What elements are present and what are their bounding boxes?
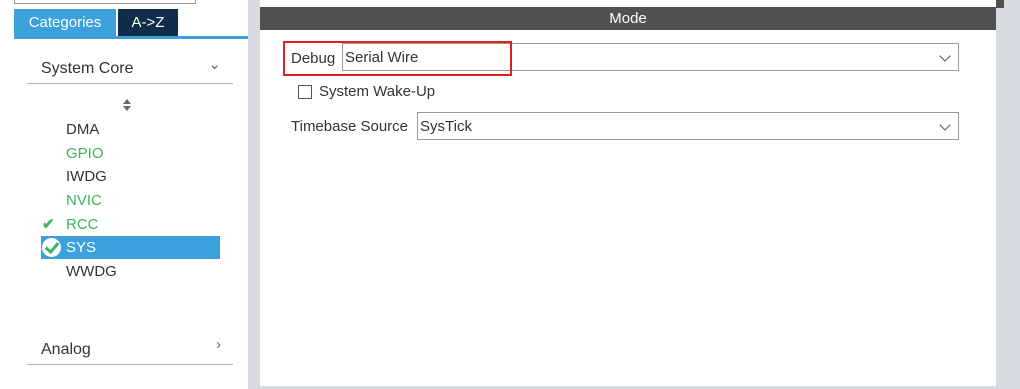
peripheral-label: IWDG	[66, 168, 107, 185]
chevron-right-icon: ›	[216, 336, 221, 353]
mode-header: Mode	[260, 7, 996, 30]
peripheral-sys[interactable]: SYS	[41, 236, 220, 259]
chevron-down-icon	[939, 119, 951, 131]
peripheral-rcc[interactable]: ✔ RCC	[41, 213, 220, 236]
peripheral-label: NVIC	[66, 192, 102, 209]
check-circle-icon	[42, 238, 61, 257]
mode-panel: Mode Debug Serial Wire System Wake-Up Ti…	[260, 0, 1020, 389]
section-label: Analog	[41, 341, 91, 358]
peripheral-gpio[interactable]: GPIO	[41, 142, 220, 165]
peripheral-nvic[interactable]: NVIC	[41, 189, 220, 212]
search-input[interactable]	[14, 0, 196, 4]
scroll-arrow-icon[interactable]	[996, 0, 1004, 8]
peripheral-label: DMA	[66, 121, 100, 138]
sort-down-arrow	[123, 106, 131, 111]
peripheral-label: RCC	[66, 216, 99, 233]
peripheral-wwdg[interactable]: WWDG	[41, 260, 220, 283]
timebase-label: Timebase Source	[291, 118, 408, 135]
categories-panel: Categories A->Z System Core ⌄ DMA GPIO I…	[0, 0, 248, 389]
sort-icon[interactable]	[121, 99, 133, 115]
peripheral-label: GPIO	[66, 145, 104, 162]
section-analog[interactable]: Analog ›	[27, 335, 233, 365]
sort-up-arrow	[123, 99, 131, 104]
timebase-value: SysTick	[420, 118, 472, 135]
tab-a-to-z[interactable]: A->Z	[118, 9, 178, 36]
check-icon: ✔	[42, 216, 55, 233]
section-label: System Core	[41, 60, 134, 77]
timebase-select[interactable]: SysTick	[417, 112, 959, 140]
chevron-down-icon	[939, 50, 951, 62]
peripheral-label: SYS	[66, 239, 97, 256]
peripheral-dma[interactable]: DMA	[41, 118, 220, 141]
debug-label: Debug	[291, 50, 336, 67]
tab-categories[interactable]: Categories	[14, 9, 116, 36]
chevron-down-icon: ⌄	[208, 56, 221, 73]
section-system-core[interactable]: System Core ⌄	[27, 54, 233, 84]
peripheral-label: WWDG	[66, 263, 117, 280]
panel-splitter[interactable]	[248, 0, 260, 389]
scrollbar[interactable]	[996, 0, 1020, 389]
debug-select[interactable]: Serial Wire	[342, 43, 959, 71]
peripheral-iwdg[interactable]: IWDG	[41, 165, 220, 188]
debug-value: Serial Wire	[345, 49, 419, 66]
tab-underline	[14, 36, 248, 39]
system-wakeup-label: System Wake-Up	[319, 83, 436, 100]
system-wakeup-checkbox[interactable]	[298, 85, 312, 99]
